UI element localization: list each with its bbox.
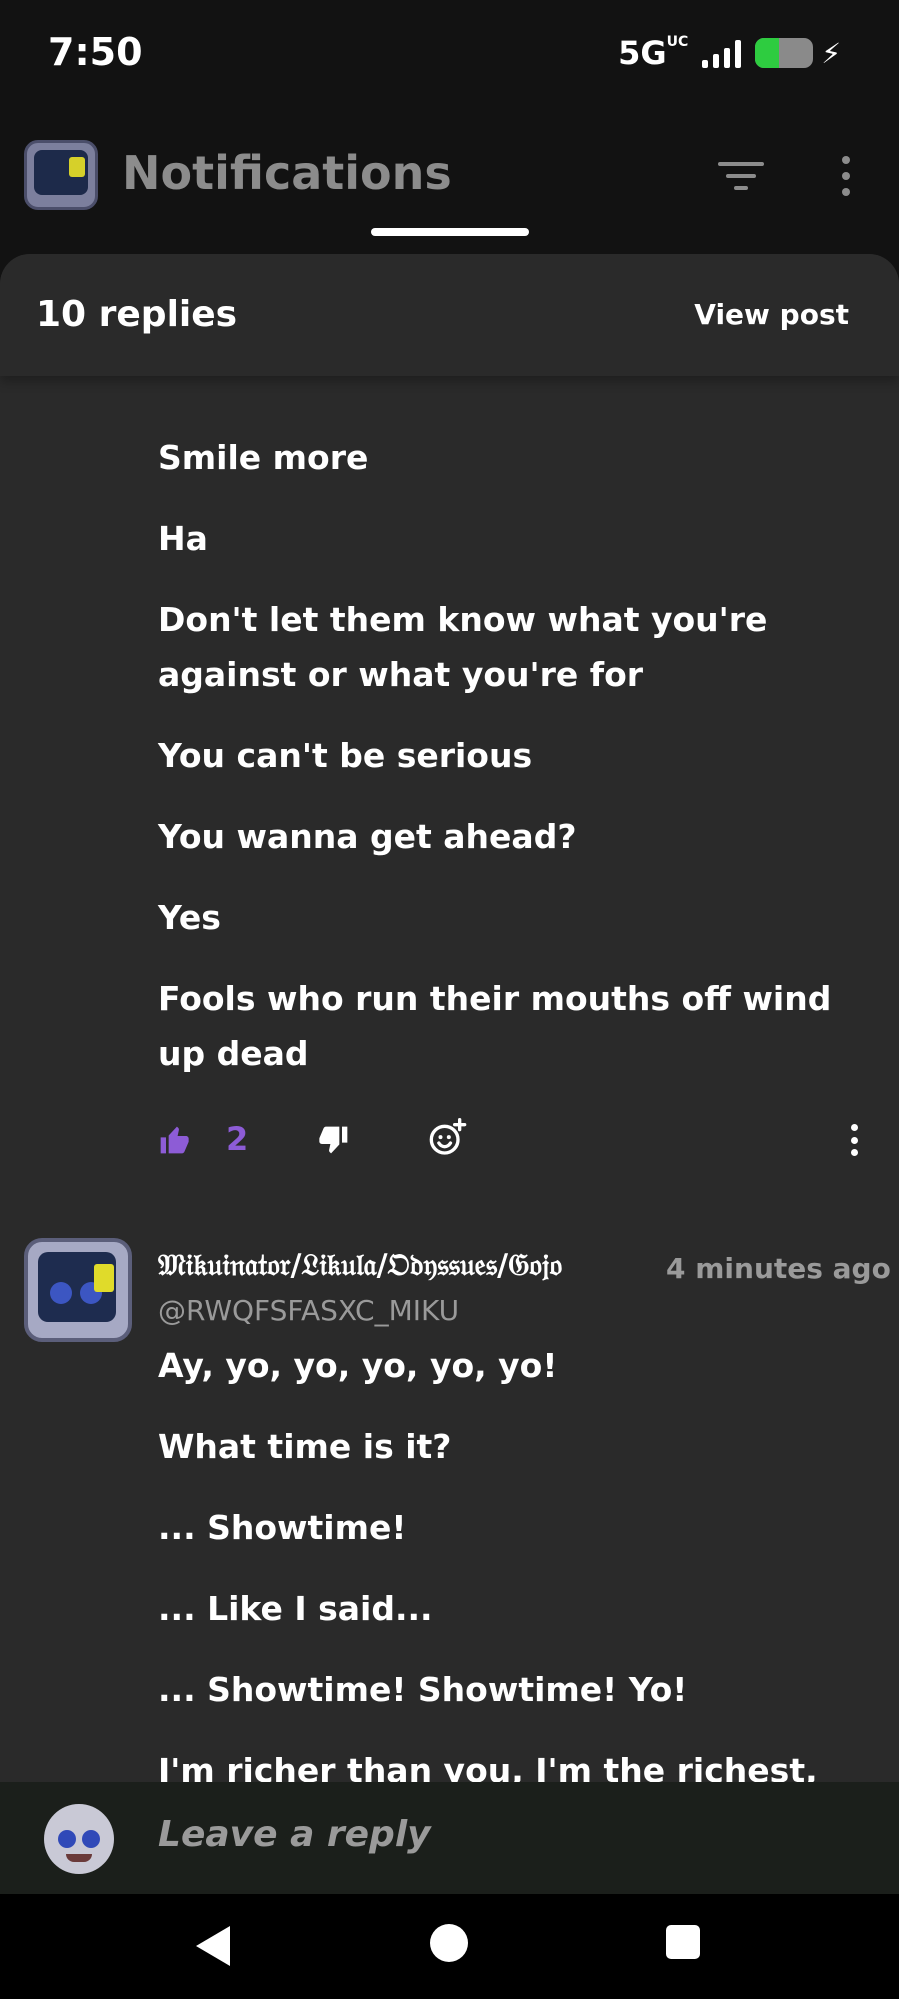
system-nav-bar — [0, 1894, 899, 1999]
view-post-button[interactable]: View post — [694, 298, 849, 331]
like-count: 2 — [226, 1120, 249, 1158]
sheet-drag-handle[interactable] — [371, 228, 529, 236]
reply-text-line: You wanna get ahead? — [158, 817, 577, 856]
reply-text-line: Fools who run their mouths off wind up d… — [158, 979, 832, 1073]
app-logo[interactable] — [24, 140, 98, 210]
reply-text-line: Ay, yo, yo, yo, yo, yo! — [158, 1346, 558, 1385]
thumbs-up-icon[interactable] — [158, 1124, 190, 1156]
user-avatar — [44, 1804, 114, 1874]
battery-fill — [755, 38, 779, 68]
network-label: 5GUC — [618, 34, 689, 72]
back-icon[interactable] — [196, 1926, 230, 1966]
app-bar: Notifications — [0, 110, 899, 240]
status-icons: 5GUC ⚡ — [618, 34, 841, 72]
filter-icon[interactable] — [718, 158, 764, 194]
more-vert-icon[interactable] — [838, 156, 854, 196]
replies-sheet: 10 replies View post What? Smile more Ha… — [0, 254, 899, 1894]
battery-icon — [755, 38, 814, 68]
reply-input[interactable]: Leave a reply — [158, 1814, 431, 1855]
reply-text-line: Don't let them know what you're against … — [158, 600, 768, 694]
reply-text-line: ... Showtime! Showtime! Yo! — [158, 1670, 688, 1709]
signal-icon — [702, 38, 742, 68]
charging-icon: ⚡ — [821, 36, 841, 70]
recents-icon[interactable] — [666, 1925, 700, 1959]
reply-timestamp: 4 minutes ago — [666, 1252, 891, 1285]
reply-text-line: ... Like I said... — [158, 1589, 433, 1628]
thumbs-down-icon[interactable] — [318, 1124, 350, 1156]
add-reaction-icon[interactable] — [428, 1118, 468, 1158]
reply-text-line: ... Showtime! — [158, 1508, 407, 1547]
avatar[interactable] — [24, 1238, 132, 1342]
reply-author[interactable]: 𝔐𝔦𝔨𝔲𝔦𝔫𝔞𝔱𝔬𝔯/𝔏𝔦𝔨𝔲𝔩𝔞/𝔒𝔡𝔶𝔰𝔰𝔲𝔢𝔰/𝔊𝔬𝔧𝔬 — [158, 1248, 636, 1283]
replies-count: 10 replies — [36, 294, 238, 335]
reply-text-line: What time is it? — [158, 1427, 452, 1466]
reply-text-line: Smile more — [158, 438, 369, 477]
home-icon[interactable] — [430, 1924, 468, 1962]
page-title: Notifications — [122, 146, 452, 200]
sheet-header: 10 replies View post — [0, 254, 899, 376]
status-bar: 7:50 5GUC ⚡ — [0, 0, 899, 110]
status-time: 7:50 — [48, 30, 143, 74]
reply-composer[interactable]: Leave a reply — [0, 1782, 899, 1894]
reply-text-line: Yes — [158, 898, 221, 937]
reply-text-line: Ha — [158, 519, 208, 558]
reply-more-icon[interactable] — [848, 1124, 860, 1156]
reply-text-line: You can't be serious — [158, 736, 533, 775]
reply-actions: 2 — [0, 1114, 899, 1174]
reply-handle[interactable]: @RWQFSFASXC_MIKU — [158, 1294, 459, 1327]
